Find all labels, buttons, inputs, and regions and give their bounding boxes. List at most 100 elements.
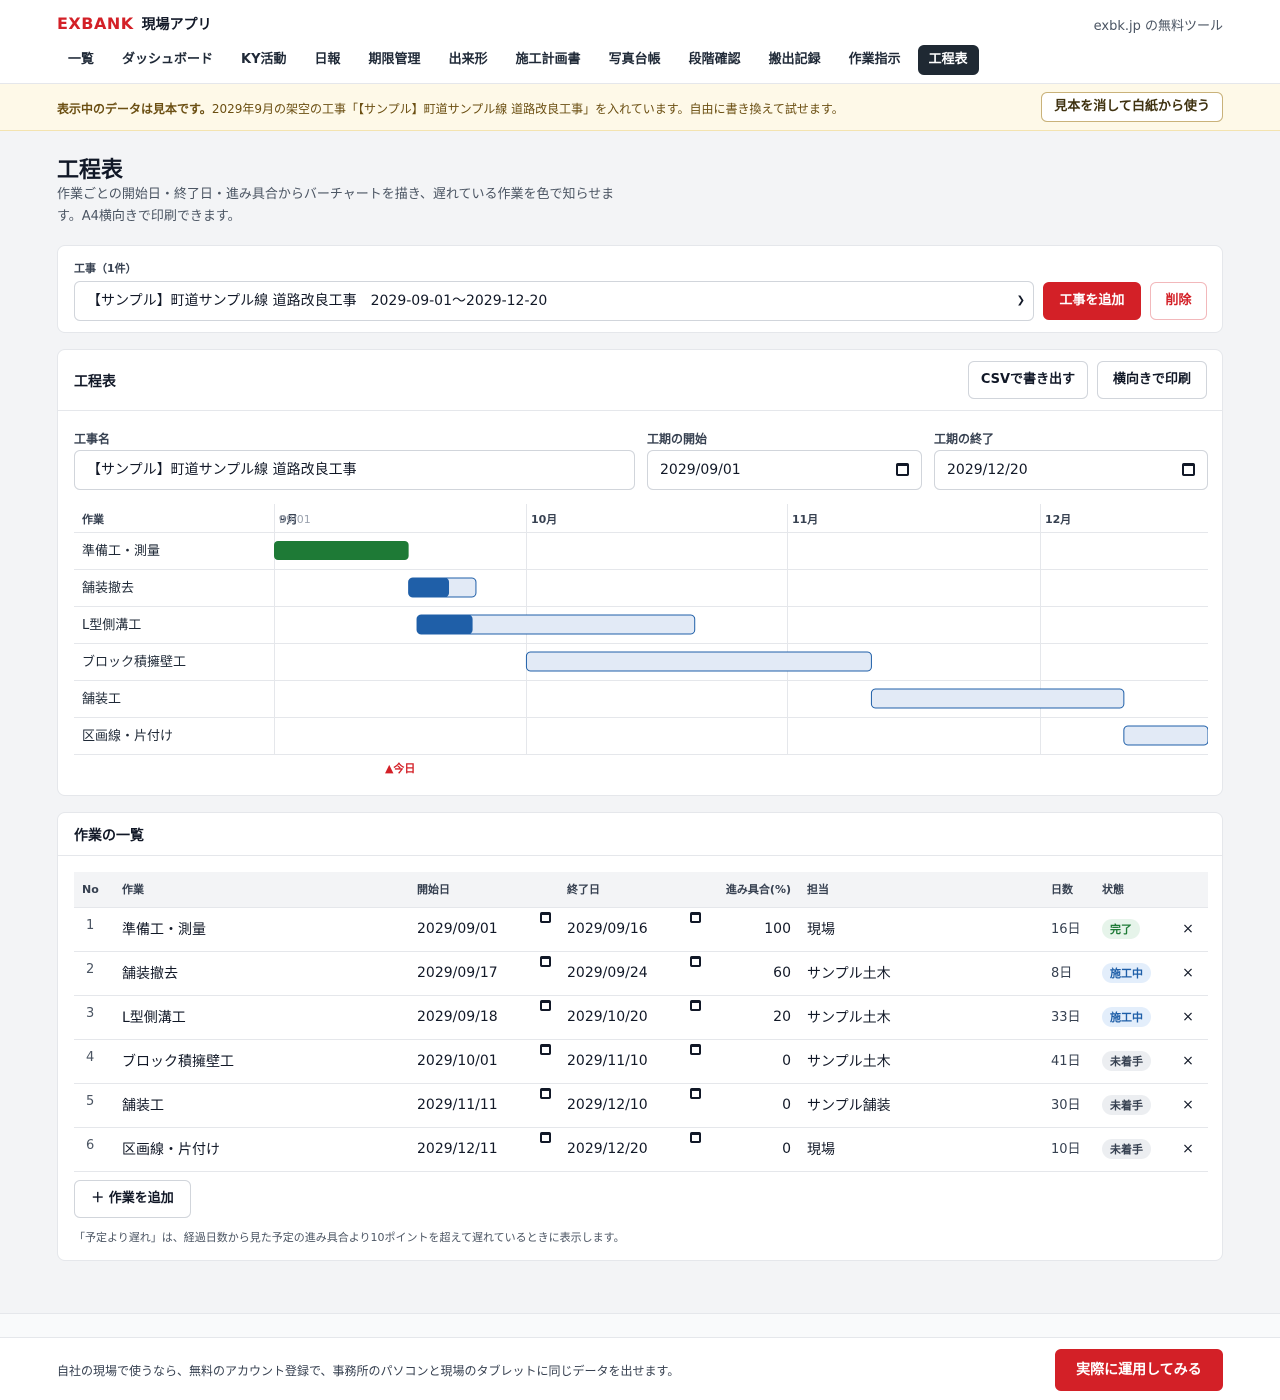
csv-export-button[interactable]: CSVで書き出す bbox=[968, 361, 1088, 399]
delete-task-icon[interactable]: × bbox=[1168, 1039, 1208, 1084]
task-start-input[interactable]: 2029/09/17 bbox=[409, 951, 559, 996]
schedule-card: 工程表 CSVで書き出す 横向きで印刷 工事名 【サンプル】町道サンプル線 道路… bbox=[57, 349, 1223, 796]
task-end-input[interactable]: 2029/12/20 bbox=[559, 1127, 709, 1172]
start-date-input[interactable]: 2029/09/01 bbox=[647, 450, 922, 490]
task-start-input[interactable]: 2029/12/11 bbox=[409, 1127, 559, 1172]
task-owner-input[interactable]: サンプル土木 bbox=[799, 1039, 1043, 1084]
calendar-icon[interactable] bbox=[1182, 463, 1195, 476]
nav-item[interactable]: 作業指示 bbox=[838, 45, 912, 75]
task-start-value: 2029/09/01 bbox=[417, 921, 498, 937]
task-name-input[interactable]: 舗装撤去 bbox=[114, 951, 409, 996]
task-end-input[interactable]: 2029/12/10 bbox=[559, 1083, 709, 1128]
calendar-icon[interactable] bbox=[540, 955, 551, 967]
brand[interactable]: EXBANK 現場アプリ bbox=[57, 14, 212, 34]
gantt-bar-progress bbox=[417, 615, 473, 634]
task-progress-input[interactable]: 0 bbox=[709, 1083, 799, 1128]
delete-task-icon[interactable]: × bbox=[1168, 1083, 1208, 1128]
task-name-input[interactable]: 準備工・測量 bbox=[114, 907, 409, 952]
nav-item[interactable]: 期限管理 bbox=[358, 45, 432, 75]
nav-item[interactable]: 段階確認 bbox=[678, 45, 752, 75]
task-end-value: 2029/10/20 bbox=[567, 1009, 648, 1025]
external-link[interactable]: exbk.jp の無料ツール bbox=[1094, 15, 1223, 34]
end-date-label: 工期の終了 bbox=[934, 432, 995, 446]
calendar-icon[interactable] bbox=[540, 1131, 551, 1143]
task-start-input[interactable]: 2029/09/01 bbox=[409, 907, 559, 952]
nav-item[interactable]: 施工計画書 bbox=[505, 45, 592, 75]
calendar-icon[interactable] bbox=[690, 1043, 701, 1055]
gantt-bar-progress bbox=[408, 578, 450, 597]
row-number: 6 bbox=[74, 1127, 114, 1172]
nav-item[interactable]: KY活動 bbox=[230, 45, 298, 75]
clear-sample-button[interactable]: 見本を消して白紙から使う bbox=[1041, 92, 1223, 122]
calendar-icon[interactable] bbox=[540, 911, 551, 923]
banner-text: 表示中のデータは見本です。2029年9月の架空の工事「【サンプル】町道サンプル線… bbox=[57, 100, 844, 117]
delete-task-icon[interactable]: × bbox=[1168, 1127, 1208, 1172]
project-name-input[interactable]: 【サンプル】町道サンプル線 道路改良工事 bbox=[74, 450, 635, 490]
task-owner-input[interactable]: サンプル土木 bbox=[799, 951, 1043, 996]
calendar-icon[interactable] bbox=[540, 1087, 551, 1099]
project-select[interactable]: 【サンプル】町道サンプル線 道路改良工事 2029-09-01〜2029-12-… bbox=[74, 281, 1034, 321]
nav-item[interactable]: 写真台帳 bbox=[598, 45, 672, 75]
task-start-value: 2029/09/18 bbox=[417, 1009, 498, 1025]
status-cell: 完了 bbox=[1094, 907, 1168, 952]
task-end-input[interactable]: 2029/09/16 bbox=[559, 907, 709, 952]
nav-item[interactable]: 工程表 bbox=[917, 45, 979, 75]
task-owner-input[interactable]: 現場 bbox=[799, 1127, 1043, 1172]
nav-item[interactable]: 日報 bbox=[304, 45, 352, 75]
calendar-icon[interactable] bbox=[690, 955, 701, 967]
calendar-icon[interactable] bbox=[540, 999, 551, 1011]
row-number: 5 bbox=[74, 1083, 114, 1128]
nav-item[interactable]: 一覧 bbox=[57, 45, 105, 75]
app-header: EXBANK 現場アプリ exbk.jp の無料ツール 一覧 ダッシュボード KY活… bbox=[0, 0, 1280, 84]
add-project-button[interactable]: 工事を追加 bbox=[1043, 282, 1141, 320]
delete-task-icon[interactable]: × bbox=[1168, 907, 1208, 952]
task-progress-input[interactable]: 60 bbox=[709, 951, 799, 996]
task-owner-input[interactable]: サンプル舗装 bbox=[799, 1083, 1043, 1128]
delete-task-icon[interactable]: × bbox=[1168, 995, 1208, 1040]
task-name-input[interactable]: 区画線・片付け bbox=[114, 1127, 409, 1172]
task-days: 16日 bbox=[1043, 907, 1094, 952]
calendar-icon[interactable] bbox=[690, 911, 701, 923]
task-end-value: 2029/12/20 bbox=[567, 1141, 648, 1157]
task-progress-input[interactable]: 20 bbox=[709, 995, 799, 1040]
task-end-input[interactable]: 2029/11/10 bbox=[559, 1039, 709, 1084]
print-landscape-button[interactable]: 横向きで印刷 bbox=[1097, 361, 1207, 399]
end-date-input[interactable]: 2029/12/20 bbox=[934, 450, 1208, 490]
task-owner-input[interactable]: 現場 bbox=[799, 907, 1043, 952]
project-select-card: 工事（1件） 【サンプル】町道サンプル線 道路改良工事 2029-09-01〜2… bbox=[57, 245, 1223, 333]
calendar-icon[interactable] bbox=[896, 463, 909, 476]
calendar-icon[interactable] bbox=[690, 1087, 701, 1099]
gantt-svg: 作業 9月 10月 11月 12月09/01準備工・測量舗装撤去L型側溝工ブロック積擁壁… bbox=[74, 504, 1208, 774]
add-task-button[interactable]: ＋ 作業を追加 bbox=[74, 1180, 191, 1218]
task-progress-input[interactable]: 0 bbox=[709, 1039, 799, 1084]
gantt-task-label: L型側溝工 bbox=[82, 618, 141, 633]
task-name-input[interactable]: 舗装工 bbox=[114, 1083, 409, 1128]
task-name-input[interactable]: L型側溝工 bbox=[114, 995, 409, 1040]
nav-item[interactable]: 出来形 bbox=[438, 45, 499, 75]
task-end-value: 2029/09/16 bbox=[567, 921, 648, 937]
task-start-input[interactable]: 2029/09/18 bbox=[409, 995, 559, 1040]
calendar-icon[interactable] bbox=[690, 999, 701, 1011]
page-description: 作業ごとの開始日・終了日・進み具合からバーチャートを描き、遅れている作業を色で知… bbox=[57, 187, 615, 224]
delete-project-button[interactable]: 削除 bbox=[1150, 282, 1207, 320]
try-real-button[interactable]: 実際に運用してみる bbox=[1055, 1349, 1223, 1391]
delete-task-icon[interactable]: × bbox=[1168, 951, 1208, 996]
task-start-input[interactable]: 2029/10/01 bbox=[409, 1039, 559, 1084]
column-header: 状態 bbox=[1094, 872, 1168, 908]
task-owner-input[interactable]: サンプル土木 bbox=[799, 995, 1043, 1040]
calendar-icon[interactable] bbox=[690, 1131, 701, 1143]
task-end-input[interactable]: 2029/10/20 bbox=[559, 995, 709, 1040]
task-progress-input[interactable]: 100 bbox=[709, 907, 799, 952]
calendar-icon[interactable] bbox=[540, 1043, 551, 1055]
nav-item[interactable]: 搬出記録 bbox=[758, 45, 832, 75]
task-start-input[interactable]: 2029/11/11 bbox=[409, 1083, 559, 1128]
nav-item[interactable]: ダッシュボード bbox=[111, 45, 224, 75]
task-progress-input[interactable]: 0 bbox=[709, 1127, 799, 1172]
gantt-bar bbox=[1123, 725, 1208, 746]
brand-logo: EXBANK bbox=[57, 14, 134, 33]
gantt-task-label: 準備工・測量 bbox=[82, 543, 160, 559]
project-name-label: 工事名 bbox=[74, 432, 111, 446]
task-end-input[interactable]: 2029/09/24 bbox=[559, 951, 709, 996]
project-select-value: 【サンプル】町道サンプル線 道路改良工事 2029-09-01〜2029-12-… bbox=[87, 293, 548, 309]
task-name-input[interactable]: ブロック積擁壁工 bbox=[114, 1039, 409, 1084]
